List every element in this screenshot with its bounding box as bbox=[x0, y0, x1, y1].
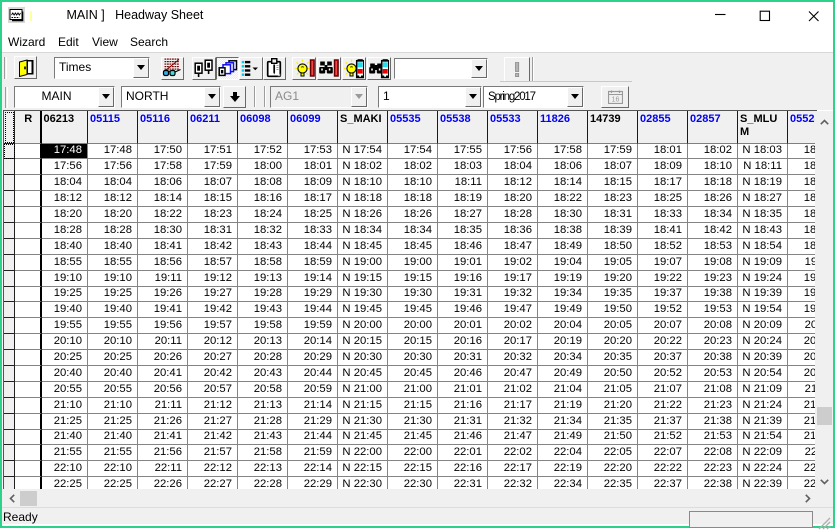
svg-text:16: 16 bbox=[611, 96, 619, 103]
